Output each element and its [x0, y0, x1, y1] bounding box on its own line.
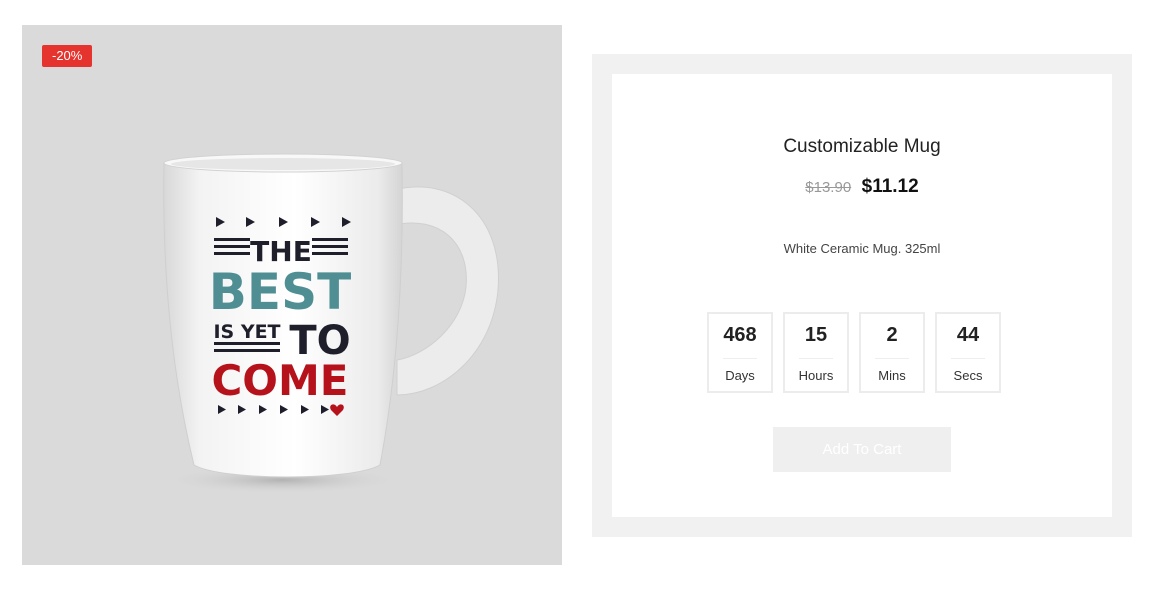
countdown-label: Mins — [878, 368, 906, 383]
mug-image: THE BEST IS YET TO COME — [162, 153, 499, 494]
svg-text:BEST: BEST — [209, 263, 351, 321]
countdown-label: Secs — [953, 368, 983, 383]
sale-price: $11.12 — [861, 176, 919, 197]
price-row: $13.90 $11.12 — [612, 176, 1112, 198]
svg-text:IS YET: IS YET — [213, 321, 280, 343]
countdown-hours: 15 Hours — [783, 312, 849, 393]
countdown-label: Days — [725, 368, 755, 383]
countdown-days: 468 Days — [707, 312, 773, 393]
discount-badge: -20% — [42, 45, 93, 67]
product-image[interactable]: THE BEST IS YET TO COME -20% — [22, 25, 562, 565]
product-card: Customizable Mug $13.90 $11.12 White Cer… — [612, 74, 1112, 517]
countdown-value: 44 — [956, 324, 980, 346]
divider — [799, 358, 833, 359]
product-details-panel: Customizable Mug $13.90 $11.12 White Cer… — [592, 54, 1132, 537]
divider — [723, 358, 757, 359]
divider — [875, 358, 909, 359]
countdown-timer: 468 Days 15 Hours 2 Mins 44 Secs — [707, 312, 1001, 393]
countdown-secs: 44 Secs — [935, 312, 1001, 393]
product-description: White Ceramic Mug. 325ml — [783, 241, 941, 256]
countdown-label: Hours — [798, 368, 834, 383]
add-to-cart-button[interactable]: Add To Cart — [773, 427, 951, 472]
product-title[interactable]: Customizable Mug — [612, 136, 1112, 158]
countdown-value: 468 — [723, 324, 757, 346]
old-price: $13.90 — [805, 179, 852, 196]
divider — [951, 358, 985, 359]
countdown-value: 2 — [886, 324, 898, 346]
svg-text:COME: COME — [211, 356, 348, 405]
countdown-mins: 2 Mins — [859, 312, 925, 393]
countdown-value: 15 — [804, 324, 828, 346]
